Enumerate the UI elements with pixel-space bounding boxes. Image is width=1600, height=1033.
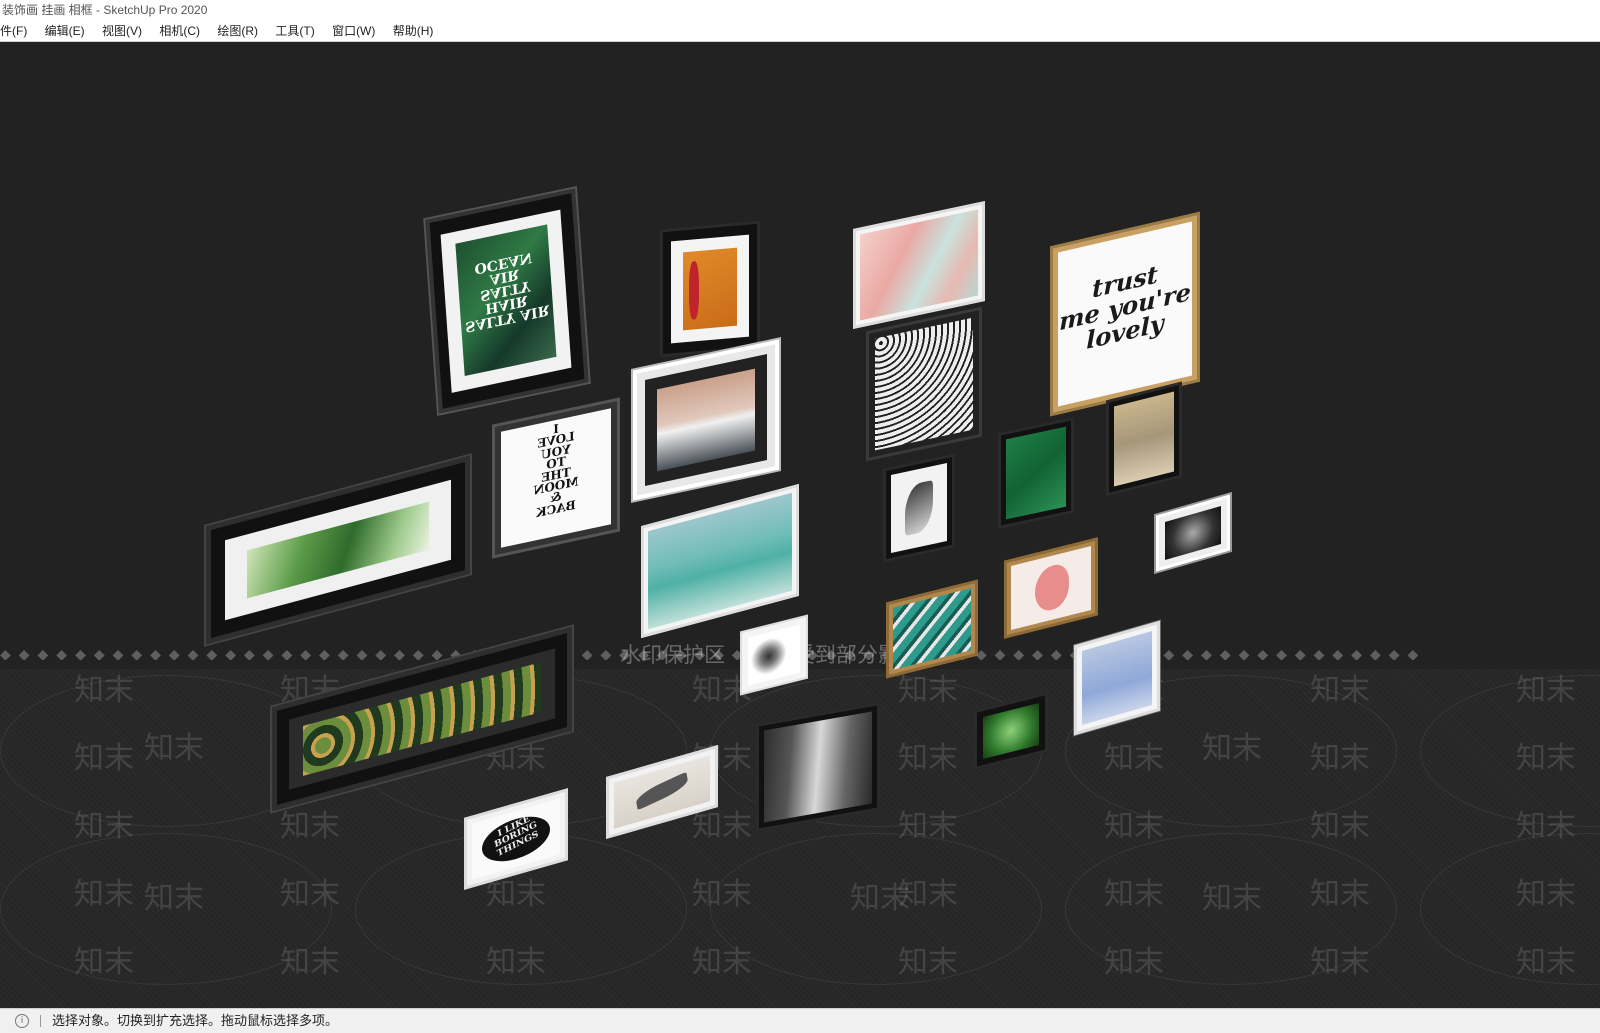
watermark-text: 知末 [280,945,340,980]
menu-camera[interactable]: 相机(C) [153,20,206,42]
watermark-text: 知末 [1104,945,1164,980]
frame-flamingo[interactable] [1004,537,1098,639]
artwork-shape [1035,561,1069,614]
menu-help[interactable]: 帮助(H) [387,20,440,42]
menu-tools[interactable]: 工具(T) [269,20,320,42]
watermark-text: 知末 [1202,881,1262,916]
frame-palm-photo[interactable] [633,339,779,501]
watermark-text: 知末 [1310,945,1370,980]
watermark-text: 知末 [1516,741,1576,776]
artwork-text: trust me you're lovely [1059,259,1191,356]
menu-draw[interactable]: 绘图(R) [211,20,264,42]
watermark-text: 知末 [898,741,958,776]
frame-city-street[interactable] [756,702,880,832]
info-icon[interactable]: i [15,1014,29,1028]
menu-window[interactable]: 窗口(W) [326,20,381,42]
watermark-text: 知末 [1104,877,1164,912]
watermark-text: 知末 [692,877,752,912]
watermark-text: 知末 [1516,673,1576,708]
status-divider [40,1015,41,1027]
watermark-text: 知末 [1310,741,1370,776]
frame-love-moon[interactable]: I LOVE YOU TO THE MOON & BACK [492,397,620,559]
watermark-text: 知末 [1310,809,1370,844]
watermark-text: 知末 [280,877,340,912]
watermark-text: 知末 [898,809,958,844]
artwork-text: I LOVE YOU TO THE MOON & BACK [533,421,579,520]
frame-feather[interactable] [883,453,955,563]
frame-green-lettering[interactable] [998,416,1074,530]
menu-edit[interactable]: 编辑(E) [39,20,91,42]
model-viewport[interactable]: 知末 知末 知末 知末 知末 知末 知末 知末 知末 知末 知末 知末 知末 知… [0,43,1600,1008]
window-title: 装饰画 挂画 相框 - SketchUp Pro 2020 [0,0,1600,20]
artwork-shape [689,260,699,320]
watermark-text: 知末 [1516,877,1576,912]
frame-salty-air[interactable]: SALTY AIR HAIR SALTY AIR OCEAN [425,188,589,414]
artwork-shape [905,480,933,536]
menu-bar: 件(F) 编辑(E) 视图(V) 相机(C) 绘图(R) 工具(T) 窗口(W)… [0,20,1600,42]
watermark-text: 知末 [1104,809,1164,844]
frame-teal-diamonds[interactable] [886,579,978,679]
status-text: 选择对象。切换到扩充选择。拖动鼠标选择多项。 [52,1013,339,1028]
watermark-text: 知末 [898,945,958,980]
watermark-text: 知末 [1310,673,1370,708]
watermark-text: 知末 [144,731,204,766]
artwork-shape [635,771,689,811]
watermark-text: 知末 [486,945,546,980]
watermark-text: 知末 [74,673,134,708]
watermark-text: 知末 [1516,809,1576,844]
watermark-text: 知末 [280,809,340,844]
menu-view[interactable]: 视图(V) [96,20,148,42]
watermark-text: 知末 [74,809,134,844]
status-bar: i 选择对象。切换到扩充选择。拖动鼠标选择多项。 [0,1008,1600,1033]
watermark-text: 知末 [692,945,752,980]
frame-orange-print[interactable] [660,220,760,358]
watermark-text: 知末 [1202,731,1262,766]
watermark-text: 知末 [1310,877,1370,912]
watermark-text: 知末 [1516,945,1576,980]
artwork-text: SALTY AIR HAIR SALTY AIR OCEAN [464,248,550,335]
frame-palm-leaf[interactable] [206,455,470,645]
watermark-text: 知末 [74,741,134,776]
frame-warm-photo[interactable] [1106,381,1182,497]
watermark-text: 知末 [74,945,134,980]
menu-file[interactable]: 件(F) [0,20,33,42]
frame-pattern-print[interactable] [866,306,982,462]
watermark-text: 知末 [898,877,958,912]
watermark-text: 知末 [74,877,134,912]
watermark-text: 知末 [1104,741,1164,776]
watermark-text: 知末 [144,881,204,916]
frame-beach-photo[interactable] [641,483,799,639]
frame-dark-small[interactable] [1156,494,1230,572]
